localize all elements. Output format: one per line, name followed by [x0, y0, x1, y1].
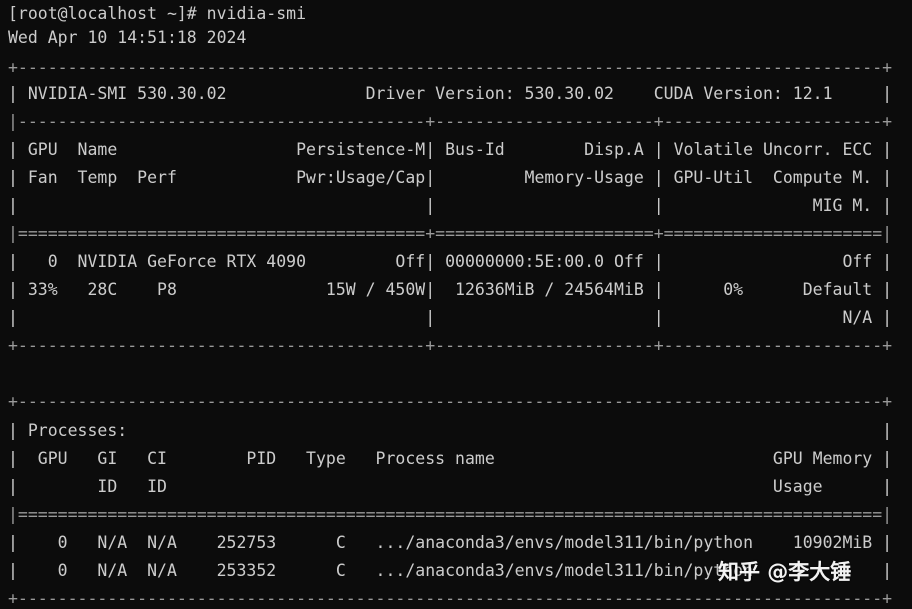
gpu-column-headers-row2: | Fan Temp Perf Pwr:Usage/Cap| Memory-Us…: [8, 168, 893, 187]
table-top-border: +---------------------------------------…: [8, 58, 893, 77]
gpu-0-row3: | | | N/A |: [8, 308, 893, 327]
process-row: | 0 N/A N/A 252753 C .../anaconda3/envs/…: [8, 533, 893, 552]
smi-version-header: | NVIDIA-SMI 530.30.02 Driver Version: 5…: [8, 84, 893, 103]
gpu-column-headers-row1: | GPU Name Persistence-M| Bus-Id Disp.A …: [8, 140, 893, 159]
gpu-header-divider: |=======================================…: [8, 224, 893, 243]
zhihu-watermark: 知乎 @李大锤: [718, 560, 852, 584]
timestamp-line: Wed Apr 10 14:51:18 2024: [8, 28, 247, 47]
gpu-0-row1: | 0 NVIDIA GeForce RTX 4090 Off| 0000000…: [8, 252, 893, 271]
header-separator: |---------------------------------------…: [8, 112, 893, 131]
processes-column-headers-row1: | GPU GI CI PID Type Process name GPU Me…: [8, 449, 893, 468]
processes-top-border: +---------------------------------------…: [8, 392, 893, 411]
gpu-column-headers-row3: | | | MIG M. |: [8, 196, 893, 215]
processes-column-headers-row2: | ID ID Usage |: [8, 477, 893, 496]
processes-bottom-border: +---------------------------------------…: [8, 589, 893, 608]
processes-title: | Processes: |: [8, 421, 893, 440]
gpu-table-bottom-border: +---------------------------------------…: [8, 336, 893, 355]
terminal-window[interactable]: [root@localhost ~]# nvidia-smi Wed Apr 1…: [0, 0, 912, 609]
processes-header-divider: |=======================================…: [8, 505, 893, 524]
gpu-0-row2: | 33% 28C P8 15W / 450W| 12636MiB / 2456…: [8, 280, 893, 299]
